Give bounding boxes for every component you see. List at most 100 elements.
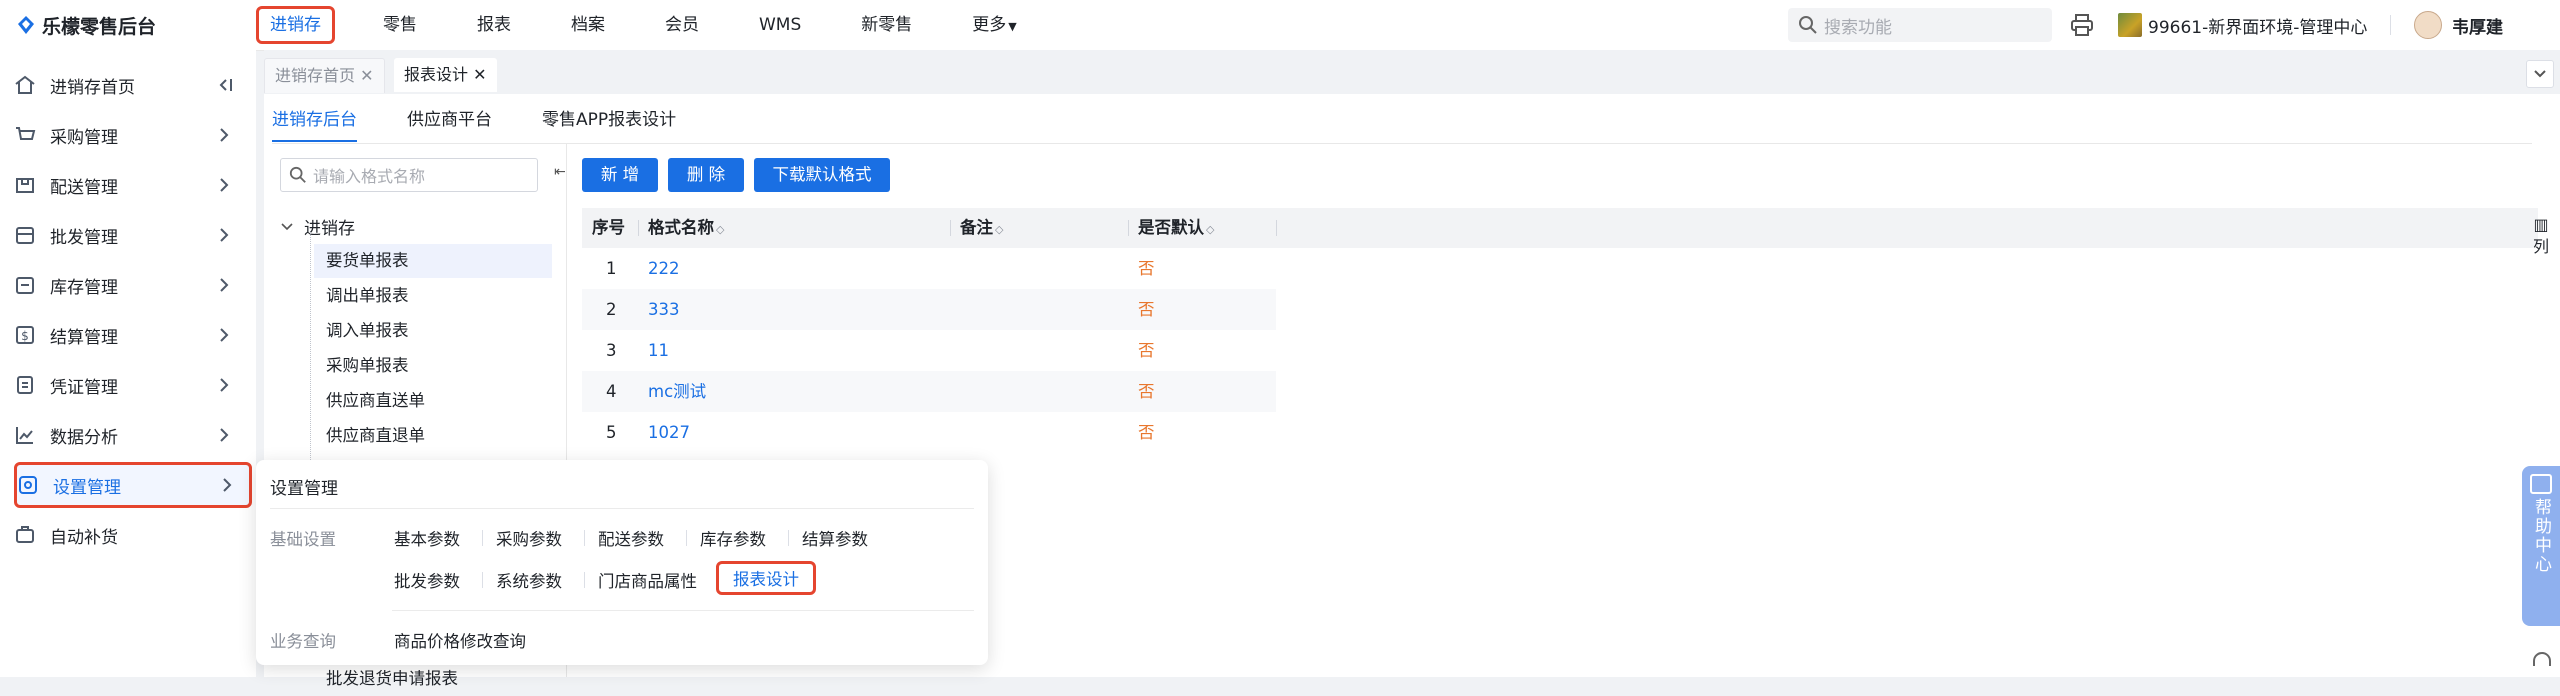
feature-search-input[interactable]: 搜索功能	[1788, 8, 2052, 42]
tree-node-supplier-direct-delivery[interactable]: 供应商直送单	[314, 384, 552, 418]
column-header-is-default[interactable]: 是否默认 ◇	[1138, 208, 1214, 248]
inventory-icon	[16, 277, 34, 294]
caret-down-icon: ▼	[1008, 20, 1017, 33]
is-default-value: 否	[1138, 423, 1155, 442]
link-purchase-params[interactable]: 采购参数	[496, 526, 562, 550]
link-store-product-attributes[interactable]: 门店商品属性	[598, 568, 697, 592]
collapse-sidebar-icon[interactable]	[214, 75, 234, 95]
column-settings-button[interactable]: ▥ 列	[2532, 214, 2550, 258]
column-header-no: 序号	[592, 218, 625, 237]
settings-icon	[19, 476, 37, 494]
sort-icon: ◇	[1206, 223, 1215, 236]
format-name-link[interactable]: 222	[648, 248, 680, 289]
table-row[interactable]: 5 1027 否	[582, 412, 1276, 453]
format-name-link[interactable]: 11	[648, 330, 669, 371]
store-selector[interactable]: 99661-新界面环境-管理中心	[2118, 0, 2367, 50]
link-wholesale-params[interactable]: 批发参数	[394, 568, 460, 592]
topnav-item-new-retail[interactable]: 新零售	[849, 9, 924, 41]
subtab-inventory-backend[interactable]: 进销存后台	[272, 106, 357, 142]
add-button[interactable]: 新 增	[582, 158, 658, 192]
user-menu[interactable]: 韦厚建	[2414, 0, 2503, 50]
format-search-input[interactable]: 请输入格式名称	[280, 158, 538, 192]
app-title: 乐檬零售后台	[42, 15, 157, 38]
table-row[interactable]: 1 222 否	[582, 248, 1276, 289]
format-name-link[interactable]: 1027	[648, 412, 690, 453]
topnav-item-archives[interactable]: 档案	[559, 9, 617, 41]
format-name-link[interactable]: mc测试	[648, 371, 706, 412]
link-divider	[788, 530, 789, 546]
link-inventory-params[interactable]: 库存参数	[700, 526, 766, 550]
tree-collapse-icon[interactable]: ⇤	[554, 164, 566, 180]
table-row[interactable]: 3 11 否	[582, 330, 1276, 371]
column-divider	[1128, 220, 1129, 236]
close-icon[interactable]: ✕	[360, 66, 373, 85]
close-icon[interactable]: ✕	[473, 65, 486, 84]
top-bar: 乐檬零售后台 进销存 零售 报表 档案 会员 WMS 新零售 更多 ▼ 搜索功能 …	[0, 0, 2560, 51]
link-basic-params[interactable]: 基本参数	[394, 526, 460, 550]
printer-icon[interactable]	[2070, 14, 2094, 36]
tree-node-requisition-report[interactable]: 要货单报表	[314, 244, 552, 278]
tree-node-wholesale-return-request[interactable]: 批发退货申请报表	[314, 662, 552, 696]
svg-text:$: $	[21, 329, 29, 343]
tab-report-design[interactable]: 报表设计 ✕	[394, 58, 497, 92]
topnav-item-retail[interactable]: 零售	[371, 9, 429, 41]
sidebar-item-label: 凭证管理	[50, 377, 118, 398]
topnav-item-inventory[interactable]: 进销存	[256, 6, 335, 44]
subtab-retail-app-report[interactable]: 零售APP报表设计	[542, 106, 676, 140]
top-nav: 进销存 零售 报表 档案 会员 WMS 新零售 更多 ▼	[256, 0, 1065, 50]
chevron-right-icon	[220, 128, 229, 142]
link-divider	[584, 572, 585, 588]
sidebar-item-label: 数据分析	[50, 427, 118, 448]
subtab-supplier-platform[interactable]: 供应商平台	[407, 106, 492, 140]
link-report-design[interactable]: 报表设计	[716, 561, 816, 595]
topnav-item-reports[interactable]: 报表	[465, 9, 523, 41]
sidebar-item-inventory-home[interactable]: 进销存首页	[14, 65, 246, 105]
sidebar-item-inventory[interactable]: 库存管理	[14, 265, 246, 305]
delivery-box-icon	[16, 178, 34, 193]
sidebar-item-purchase[interactable]: 采购管理	[14, 115, 246, 155]
settlement-icon: $	[16, 326, 34, 344]
sidebar-item-settlement[interactable]: $ 结算管理	[14, 315, 246, 355]
link-delivery-params[interactable]: 配送参数	[598, 526, 664, 550]
format-name-link[interactable]: 333	[648, 289, 680, 330]
link-divider	[482, 572, 483, 588]
sidebar-item-settings[interactable]: 设置管理	[14, 462, 252, 508]
download-default-format-button[interactable]: 下载默认格式	[754, 158, 890, 192]
help-center-button[interactable]: 帮助中心	[2522, 466, 2560, 626]
column-header-note[interactable]: 备注 ◇	[960, 208, 1003, 248]
chevron-down-icon[interactable]	[2526, 60, 2554, 88]
link-system-params[interactable]: 系统参数	[496, 568, 562, 592]
link-price-change-query[interactable]: 商品价格修改查询	[394, 628, 526, 652]
column-divider	[638, 220, 639, 236]
sidebar-item-wholesale[interactable]: 批发管理	[14, 215, 246, 255]
tree-node-transfer-in-report[interactable]: 调入单报表	[314, 314, 552, 348]
tab-inventory-home[interactable]: 进销存首页 ✕	[264, 58, 385, 93]
sidebar-item-label: 采购管理	[50, 127, 118, 148]
app-logo[interactable]: 乐檬零售后台	[16, 0, 156, 50]
tree-node-purchase-report[interactable]: 采购单报表	[314, 349, 552, 383]
sort-icon: ◇	[716, 223, 725, 236]
delete-button[interactable]: 删 除	[668, 158, 744, 192]
sidebar-item-label: 批发管理	[50, 227, 118, 248]
tree-root-inventory[interactable]: 进销存	[280, 214, 355, 239]
link-settlement-params[interactable]: 结算参数	[802, 526, 868, 550]
sidebar: 进销存首页 采购管理 配送管理 批发管理 库存管理 $ 结算管理 凭证管理 数据…	[0, 50, 256, 677]
format-search-placeholder: 请输入格式名称	[313, 167, 426, 186]
topnav-item-members[interactable]: 会员	[653, 9, 711, 41]
tree-node-transfer-out-report[interactable]: 调出单报表	[314, 279, 552, 313]
sidebar-item-data-analysis[interactable]: 数据分析	[14, 415, 246, 455]
sidebar-item-label: 结算管理	[50, 327, 118, 348]
tree-node-supplier-direct-return[interactable]: 供应商直退单	[314, 419, 552, 453]
avatar	[2414, 11, 2442, 39]
sidebar-item-voucher[interactable]: 凭证管理	[14, 365, 246, 405]
search-icon	[289, 166, 306, 183]
is-default-value: 否	[1138, 259, 1155, 278]
topnav-item-wms[interactable]: WMS	[747, 9, 813, 41]
sidebar-item-auto-replenish[interactable]: 自动补货	[14, 515, 246, 555]
topnav-item-more[interactable]: 更多 ▼	[960, 9, 1028, 41]
table-row[interactable]: 2 333 否	[582, 289, 1276, 330]
sidebar-item-delivery[interactable]: 配送管理	[14, 165, 246, 205]
headset-icon[interactable]	[2530, 650, 2554, 672]
column-header-name[interactable]: 格式名称 ◇	[648, 208, 724, 248]
table-row[interactable]: 4 mc测试 否	[582, 371, 1276, 412]
